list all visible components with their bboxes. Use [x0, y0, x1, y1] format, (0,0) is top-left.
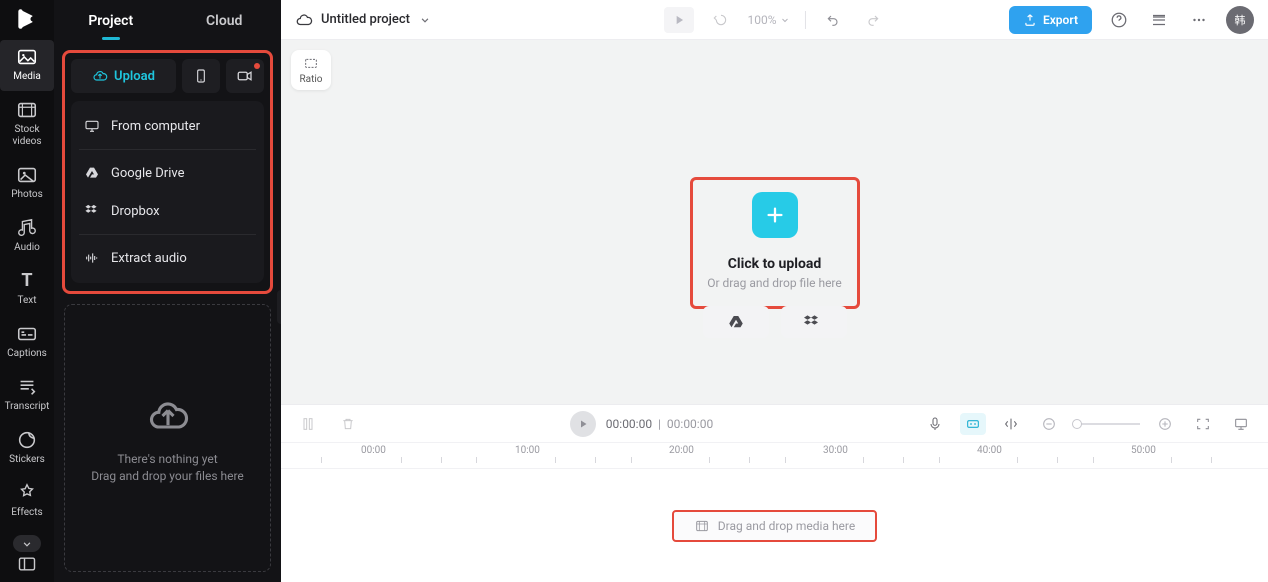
rail-transcript[interactable]: Transcript [0, 370, 54, 421]
menu-from-computer[interactable]: From computer [73, 107, 262, 145]
delete-button[interactable] [335, 411, 361, 437]
play-button[interactable] [663, 7, 693, 33]
zoom-slider[interactable] [1074, 423, 1140, 425]
upload-from-phone-button[interactable] [182, 59, 220, 93]
export-button[interactable]: Export [1009, 6, 1092, 34]
auto-caption-button[interactable] [960, 413, 986, 435]
magnetic-button[interactable] [998, 411, 1024, 437]
fit-button[interactable] [1190, 411, 1216, 437]
chevron-down-icon[interactable] [418, 13, 432, 27]
rail-label-effects: Effects [11, 507, 42, 519]
upload-sub: Or drag and drop file here [707, 276, 842, 290]
layout-button[interactable] [1228, 411, 1254, 437]
rail-label-media: Media [13, 71, 41, 83]
plus-icon [764, 204, 786, 226]
menu-label: Google Drive [111, 166, 184, 181]
more-button[interactable] [1186, 7, 1212, 33]
rail-label-stickers: Stickers [9, 454, 45, 466]
time-readout: 00:00:00 | 00:00:00 [606, 417, 713, 431]
menu-label: Dropbox [111, 204, 160, 219]
cloud-status-icon[interactable] [295, 11, 313, 29]
zoom-dropdown[interactable]: 100% [747, 13, 790, 27]
menu-label: From computer [111, 119, 200, 134]
camera-icon [236, 67, 254, 85]
computer-icon [83, 117, 101, 135]
record-button[interactable] [226, 59, 264, 93]
google-drive-icon [727, 313, 745, 331]
help-button[interactable] [1106, 7, 1132, 33]
zoom-slider-thumb[interactable] [1072, 419, 1082, 429]
split-button[interactable] [295, 411, 321, 437]
rail-stickers[interactable]: Stickers [0, 423, 54, 474]
timeline-play-button[interactable] [570, 411, 596, 437]
text-icon: T [16, 270, 38, 292]
rewind-button [707, 7, 733, 33]
upload-highlight-region: Upload From computer Google D [62, 50, 273, 294]
empty-line1: There's nothing yet [117, 452, 217, 466]
stage-gdrive-button[interactable] [703, 306, 769, 338]
voiceover-button[interactable] [922, 411, 948, 437]
user-avatar[interactable]: 韩 [1226, 6, 1254, 34]
dropbox-icon [804, 314, 824, 330]
cloud-upload-icon [146, 394, 190, 438]
menu-extract-audio[interactable]: Extract audio [73, 239, 262, 277]
rail-label-text: Text [17, 295, 36, 307]
timeline-drop-zone[interactable]: Drag and drop media here [672, 510, 878, 542]
record-indicator-dot [254, 63, 260, 69]
media-drop-zone[interactable]: There's nothing yet Drag and drop your f… [64, 304, 271, 572]
stage-dropbox-button[interactable] [781, 306, 847, 338]
ratio-icon [302, 56, 320, 72]
stage-upload-plus[interactable] [752, 192, 798, 238]
cloud-upload-icon [92, 68, 108, 84]
rail-photos[interactable]: Photos [0, 158, 54, 209]
redo-button[interactable] [860, 7, 886, 33]
menu-label: Extract audio [111, 251, 187, 266]
rail-audio[interactable]: Audio [0, 211, 54, 262]
project-title[interactable]: Untitled project [321, 12, 410, 27]
dropbox-icon [83, 202, 101, 220]
upload-source-menu: From computer Google Drive Dropbox Extra… [71, 101, 264, 283]
film-icon [694, 518, 710, 534]
rail-media[interactable]: Media [0, 40, 54, 91]
export-icon [1023, 13, 1037, 27]
rail-stock-videos[interactable]: Stock videos [0, 93, 54, 156]
undo-button[interactable] [820, 7, 846, 33]
tab-cloud[interactable]: Cloud [168, 0, 282, 42]
zoom-out-button[interactable] [1036, 411, 1062, 437]
rail-captions[interactable]: Captions [0, 317, 54, 368]
menu-google-drive[interactable]: Google Drive [73, 154, 262, 192]
rail-label-stock: Stock videos [12, 124, 41, 148]
rail-label-audio: Audio [14, 242, 40, 254]
timeline-ruler[interactable]: 00:00 10:00 20:00 30:00 40:00 50:00 [281, 443, 1268, 469]
rail-label-transcript: Transcript [5, 401, 50, 413]
app-logo[interactable] [8, 6, 46, 32]
ratio-button[interactable]: Ratio [291, 50, 331, 90]
rail-panel-toggle[interactable] [17, 554, 37, 574]
extract-audio-icon [83, 249, 101, 267]
menu-dropbox[interactable]: Dropbox [73, 192, 262, 230]
rail-expand-toggle[interactable] [13, 535, 41, 552]
stage-upload-card[interactable]: Click to upload Or drag and drop file he… [690, 177, 860, 309]
upload-title: Click to upload [728, 256, 821, 272]
tab-project[interactable]: Project [54, 0, 168, 42]
phone-icon [193, 68, 209, 84]
rail-label-photos: Photos [11, 189, 43, 201]
upload-button[interactable]: Upload [71, 59, 176, 93]
rail-text[interactable]: T Text [0, 264, 54, 315]
rail-effects[interactable]: Effects [0, 476, 54, 527]
google-drive-icon [83, 164, 101, 182]
panels-button[interactable] [1146, 7, 1172, 33]
empty-line2: Drag and drop your files here [91, 469, 244, 483]
rail-label-captions: Captions [7, 348, 47, 360]
zoom-in-button[interactable] [1152, 411, 1178, 437]
